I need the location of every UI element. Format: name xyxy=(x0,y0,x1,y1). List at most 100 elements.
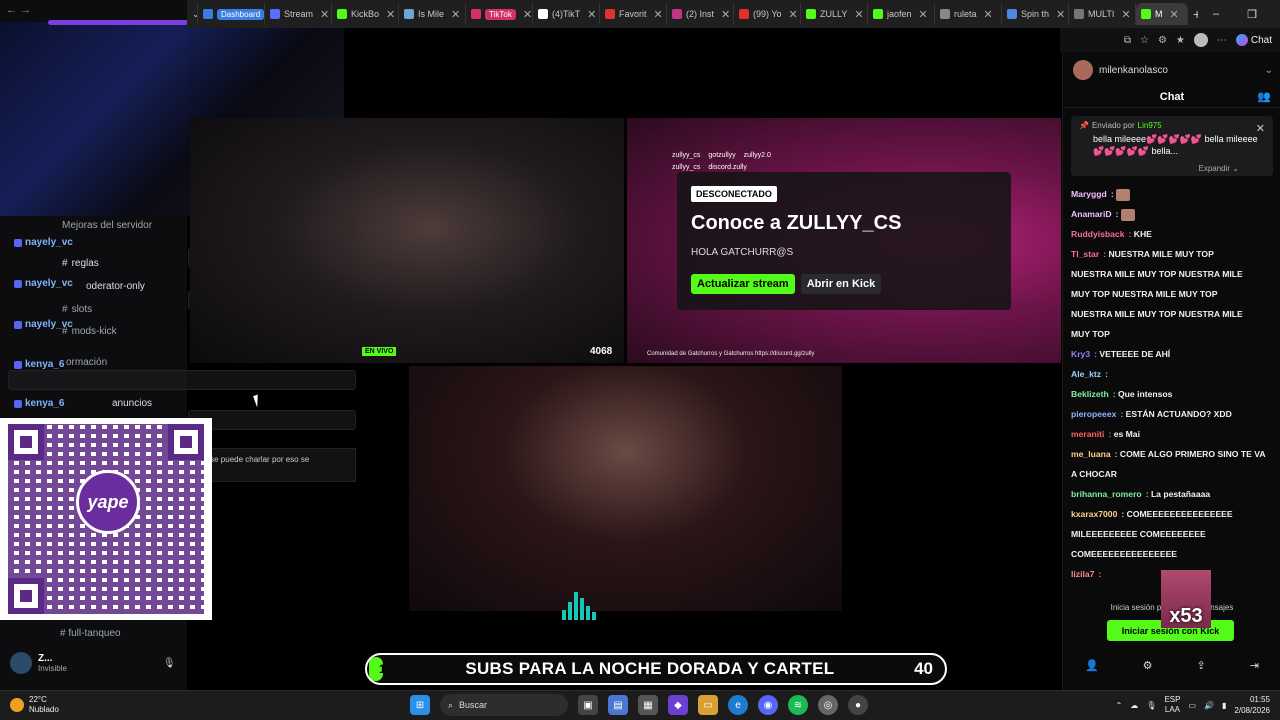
chat-username[interactable]: AnamariD xyxy=(1071,209,1112,219)
browser-tab[interactable]: (4)TikT ✕ xyxy=(533,3,600,25)
chat-username[interactable]: Beklizeth xyxy=(1071,389,1109,399)
favorites-icon[interactable]: ★ xyxy=(1176,35,1185,46)
close-tab-icon[interactable]: ✕ xyxy=(721,8,730,21)
chat-username[interactable]: Ruddyisback xyxy=(1071,229,1125,239)
chat-username[interactable]: Maryggd xyxy=(1071,189,1107,199)
gear-icon[interactable]: ⚙ xyxy=(1143,659,1153,672)
browser-tab[interactable]: ruleta ✕ xyxy=(935,3,1002,25)
chat-username[interactable]: Tl_star xyxy=(1071,249,1099,259)
close-tab-icon[interactable]: ✕ xyxy=(919,8,928,21)
open-in-kick-button[interactable]: Abrir en Kick xyxy=(800,274,882,294)
file-explorer-icon[interactable]: ▭ xyxy=(698,695,718,715)
browser-tab[interactable]: ZULLY ✕ xyxy=(801,3,868,25)
spotify-icon[interactable]: ≋ xyxy=(788,695,808,715)
browser-tab[interactable]: MULTI ✕ xyxy=(1069,3,1136,25)
browser-tab[interactable]: KickBo ✕ xyxy=(332,3,399,25)
browser-tab[interactable]: TikTok ✕ xyxy=(466,3,533,25)
stream-video-top-left[interactable] xyxy=(190,118,624,363)
close-tab-icon[interactable]: ✕ xyxy=(320,8,329,21)
close-window-button[interactable]: ✕ xyxy=(1270,8,1280,21)
discord-username: Z... xyxy=(38,653,53,664)
taskbar-search[interactable]: ⌕ Buscar xyxy=(440,694,568,716)
refresh-stream-button[interactable]: Actualizar stream xyxy=(691,274,795,294)
close-tab-icon[interactable]: ✕ xyxy=(789,8,798,21)
onedrive-icon[interactable]: ☁ xyxy=(1130,701,1138,710)
volume-icon[interactable]: 🔊 xyxy=(1204,701,1214,710)
microphone-tray-icon[interactable]: 🎙 xyxy=(1146,701,1156,710)
new-tab-button[interactable]: + xyxy=(1188,3,1198,25)
maximize-button[interactable]: ❐ xyxy=(1234,8,1270,21)
users-icon[interactable]: 👥 xyxy=(1257,90,1271,103)
channel-selector[interactable]: milenkanolasco ⌄ xyxy=(1073,57,1273,83)
extensions-icon[interactable]: ⚙ xyxy=(1158,35,1167,46)
logout-icon[interactable]: ⇥ xyxy=(1250,659,1259,672)
share-icon[interactable]: ⇪ xyxy=(1197,659,1206,672)
expand-button[interactable]: Expandir ⌄ xyxy=(1198,164,1239,173)
browser-tab[interactable]: jaofen ✕ xyxy=(868,3,935,25)
task-view-icon[interactable]: ▣ xyxy=(578,695,598,715)
close-tab-icon[interactable]: ✕ xyxy=(523,8,532,21)
browser-tab[interactable]: Dashboard✕ xyxy=(198,3,265,25)
close-tab-icon[interactable]: ✕ xyxy=(1121,8,1130,21)
chat-username[interactable]: pieropeeex xyxy=(1071,409,1116,419)
chat-username[interactable]: meraniti xyxy=(1071,429,1104,439)
tray-chevron-icon[interactable]: ⌃ xyxy=(1116,701,1123,710)
add-user-icon[interactable]: 👤 xyxy=(1085,659,1099,672)
close-tab-icon[interactable]: ✕ xyxy=(1170,8,1179,21)
discord-icon[interactable]: ◉ xyxy=(758,695,778,715)
channel-mejoras[interactable]: Mejoras del servidor xyxy=(62,220,152,231)
store-app-icon[interactable]: ▦ xyxy=(638,695,658,715)
tab-label: (4)TikT xyxy=(552,9,581,19)
close-tab-icon[interactable]: ✕ xyxy=(984,8,993,21)
browser-tab[interactable]: Favorit ✕ xyxy=(600,3,667,25)
channel-moderator-only[interactable]: oderator-only xyxy=(86,281,145,292)
browser-tab[interactable]: Stream ✕ xyxy=(265,3,332,25)
chat-username[interactable]: Kry3 xyxy=(1071,349,1090,359)
chrome-icon[interactable]: ◎ xyxy=(818,695,838,715)
star-icon[interactable]: ☆ xyxy=(1140,35,1149,46)
network-icon[interactable]: ▭ xyxy=(1188,701,1196,710)
chat-username[interactable]: kxarax7000 xyxy=(1071,509,1117,519)
translate-icon[interactable]: ⧉ xyxy=(1124,35,1131,46)
microphone-icon[interactable]: 🎙 xyxy=(163,658,176,669)
browser-tab[interactable]: (2) Inst ✕ xyxy=(667,3,734,25)
browser-tab[interactable]: Is Mile ✕ xyxy=(399,3,466,25)
chat-username[interactable]: lizila7 xyxy=(1071,569,1094,579)
browser-tab[interactable]: Spin th ✕ xyxy=(1002,3,1069,25)
copilot-chat-button[interactable]: Chat xyxy=(1235,34,1272,46)
close-tab-icon[interactable]: ✕ xyxy=(654,8,663,21)
category-informacion[interactable]: ormación xyxy=(66,357,107,368)
back-arrow-icon[interactable]: ← → xyxy=(6,4,31,16)
minimize-button[interactable]: – xyxy=(1198,8,1234,21)
close-icon[interactable]: ✕ xyxy=(1256,122,1265,135)
channel-anuncios[interactable]: anuncios xyxy=(112,398,152,409)
obs-icon[interactable]: ● xyxy=(848,695,868,715)
close-tab-icon[interactable]: ✕ xyxy=(451,8,460,21)
profile-avatar[interactable] xyxy=(1193,33,1208,47)
discord-user-panel[interactable]: Z... Invisible 🎙 xyxy=(0,648,187,678)
channel-slots[interactable]: # slots xyxy=(62,304,92,315)
more-icon[interactable]: ⋯ xyxy=(1217,35,1227,46)
chat-username[interactable]: brihanna_romero xyxy=(1071,489,1142,499)
clock[interactable]: 01:55 2/08/2026 xyxy=(1234,694,1270,716)
browser-tab[interactable]: M ✕ xyxy=(1136,3,1188,25)
pinned-author[interactable]: Lin975 xyxy=(1138,121,1162,130)
close-tab-icon[interactable]: ✕ xyxy=(587,8,596,21)
battery-icon[interactable]: ▮ xyxy=(1222,701,1226,710)
close-tab-icon[interactable]: ✕ xyxy=(854,8,863,21)
chat-username[interactable]: me_luana xyxy=(1071,449,1111,459)
start-button[interactable]: ⊞ xyxy=(410,695,430,715)
edge-browser-icon[interactable]: e xyxy=(728,695,748,715)
channel-full-tanqueo[interactable]: # full-tanqueo xyxy=(60,628,121,639)
tab-menu-icon[interactable]: ⌄ xyxy=(187,3,198,25)
copilot-app-icon[interactable]: ◆ xyxy=(668,695,688,715)
channel-reglas[interactable]: # reglas xyxy=(62,258,99,269)
chat-username[interactable]: Ale_ktz xyxy=(1071,369,1101,379)
close-tab-icon[interactable]: ✕ xyxy=(386,8,395,21)
notes-app-icon[interactable]: ▤ xyxy=(608,695,628,715)
stream-video-bottom[interactable] xyxy=(409,366,842,611)
close-tab-icon[interactable]: ✕ xyxy=(1056,8,1065,21)
weather-widget[interactable]: 22°C Nublado xyxy=(10,695,59,715)
language-indicator[interactable]: ESP LAA xyxy=(1164,695,1180,715)
browser-tab[interactable]: (99) Yo ✕ xyxy=(734,3,801,25)
